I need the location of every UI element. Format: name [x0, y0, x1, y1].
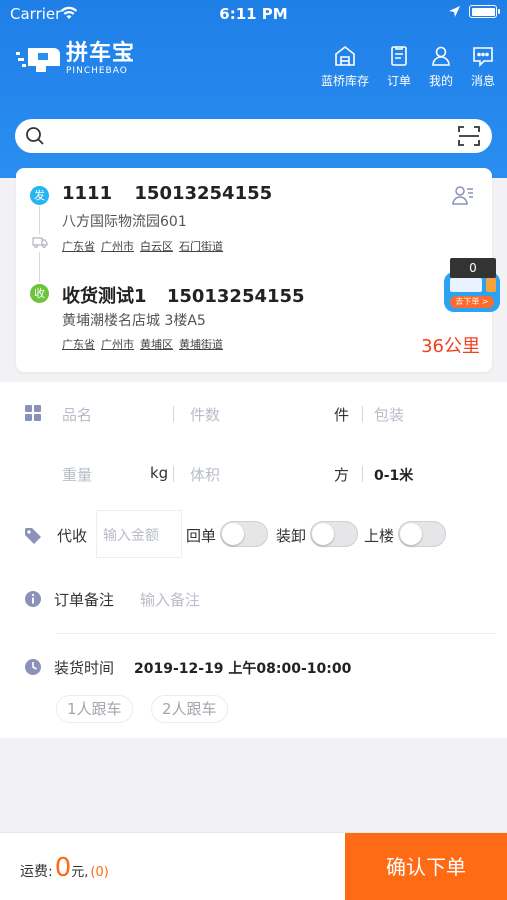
address-card: 发 1111 15013254155 八方国际物流园601 广东省 广州市 白云…	[16, 168, 492, 372]
nav-orders[interactable]: 订单	[387, 44, 411, 89]
promo-order-button[interactable]: 去下单 >	[450, 296, 494, 308]
receiver-contact[interactable]: 收货测试1 15013254155	[62, 282, 305, 308]
location-arrow-icon	[449, 6, 460, 17]
promo-body: 去下单 >	[444, 272, 500, 312]
loading-label: 装卸	[276, 527, 307, 545]
grid-icon	[25, 405, 41, 421]
receiver-detail: 黄埔潮楼名店城 3楼A5	[62, 313, 206, 329]
promo-count: 0	[450, 258, 496, 278]
upstairs-label: 上楼	[364, 527, 395, 545]
scan-icon[interactable]	[458, 126, 480, 146]
status-bar: Carrier 6:11 PM	[0, 0, 507, 28]
goods-name-input[interactable]: 品名	[62, 404, 92, 425]
warehouse-icon	[335, 45, 355, 66]
sender-detail: 八方国际物流园601	[62, 214, 187, 230]
truck-mini-icon	[32, 237, 48, 248]
nav-mine[interactable]: 我的	[429, 44, 453, 89]
upstairs-toggle[interactable]	[398, 521, 446, 547]
pieces-unit: 件	[334, 406, 350, 424]
nav-inventory[interactable]: 蓝桥库存	[321, 44, 369, 89]
volume-input[interactable]: 体积	[190, 464, 220, 485]
loading-toggle[interactable]	[310, 521, 358, 547]
remark-label: 订单备注	[54, 591, 115, 609]
info-icon	[25, 591, 41, 607]
weight-input[interactable]: 重量	[62, 464, 92, 485]
promo-widget[interactable]: 去下单 > 0	[444, 258, 500, 314]
fee-label: 运费:	[20, 864, 53, 880]
loading-time-value[interactable]: 2019-12-19 上午08:00-10:00	[134, 658, 351, 678]
two-person-chip[interactable]: 2人跟车	[151, 695, 228, 723]
search-icon[interactable]	[25, 126, 45, 146]
brand-name-en: PINCHEBAO	[66, 66, 128, 76]
brand-logo: 拼车宝 PINCHEBAO	[16, 42, 135, 77]
sender-badge: 发	[30, 186, 49, 205]
order-form: 品名 件数 件 包装 重量 kg 体积 方 0-1米 代收 输入金额 回单 装卸…	[0, 382, 507, 738]
weight-unit: kg	[150, 464, 169, 482]
sender-region: 广东省 广州市 白云区 石门街道	[62, 240, 223, 253]
battery-icon	[469, 5, 500, 18]
search-bar[interactable]	[15, 119, 492, 153]
logo-truck-icon	[16, 47, 60, 72]
packing-select[interactable]: 包装	[374, 404, 404, 425]
bottom-bar: 运费: 0 元, (0) 确认下单	[0, 832, 507, 900]
fee-value: 0	[54, 853, 72, 883]
route-line	[39, 206, 40, 234]
receipt-toggle[interactable]	[220, 521, 268, 547]
sender-contact[interactable]: 1111 15013254155	[62, 183, 272, 204]
pieces-input[interactable]: 件数	[190, 404, 220, 425]
clock-icon	[25, 659, 41, 675]
top-nav: 蓝桥库存 订单 我的 消息	[303, 44, 495, 89]
volume-unit: 方	[334, 466, 350, 484]
remark-input[interactable]: 输入备注	[140, 589, 200, 610]
user-icon	[432, 46, 450, 66]
clock: 6:11 PM	[219, 5, 288, 23]
receipt-label: 回单	[186, 527, 217, 545]
freight-fee: 运费: 0 元, (0)	[20, 853, 109, 883]
order-icon	[391, 46, 407, 66]
fee-unit: 元,	[71, 865, 89, 880]
confirm-order-button[interactable]: 确认下单	[345, 833, 507, 900]
cod-amount-input[interactable]: 输入金额	[96, 510, 182, 558]
cod-label: 代收	[57, 527, 88, 545]
receiver-badge: 收	[30, 284, 49, 303]
distance-label: 36公里	[421, 336, 480, 357]
one-person-chip[interactable]: 1人跟车	[56, 695, 133, 723]
contact-book-icon[interactable]	[452, 184, 474, 206]
message-icon	[473, 47, 493, 67]
fee-extra: (0)	[90, 865, 109, 880]
brand-name: 拼车宝	[66, 41, 136, 66]
nav-messages[interactable]: 消息	[471, 44, 495, 89]
length-select[interactable]: 0-1米	[374, 465, 413, 485]
receiver-region: 广东省 广州市 黄埔区 黄埔街道	[62, 338, 223, 351]
route-line	[39, 252, 40, 282]
tag-icon	[25, 528, 41, 544]
loading-time-label: 装货时间	[54, 659, 115, 677]
